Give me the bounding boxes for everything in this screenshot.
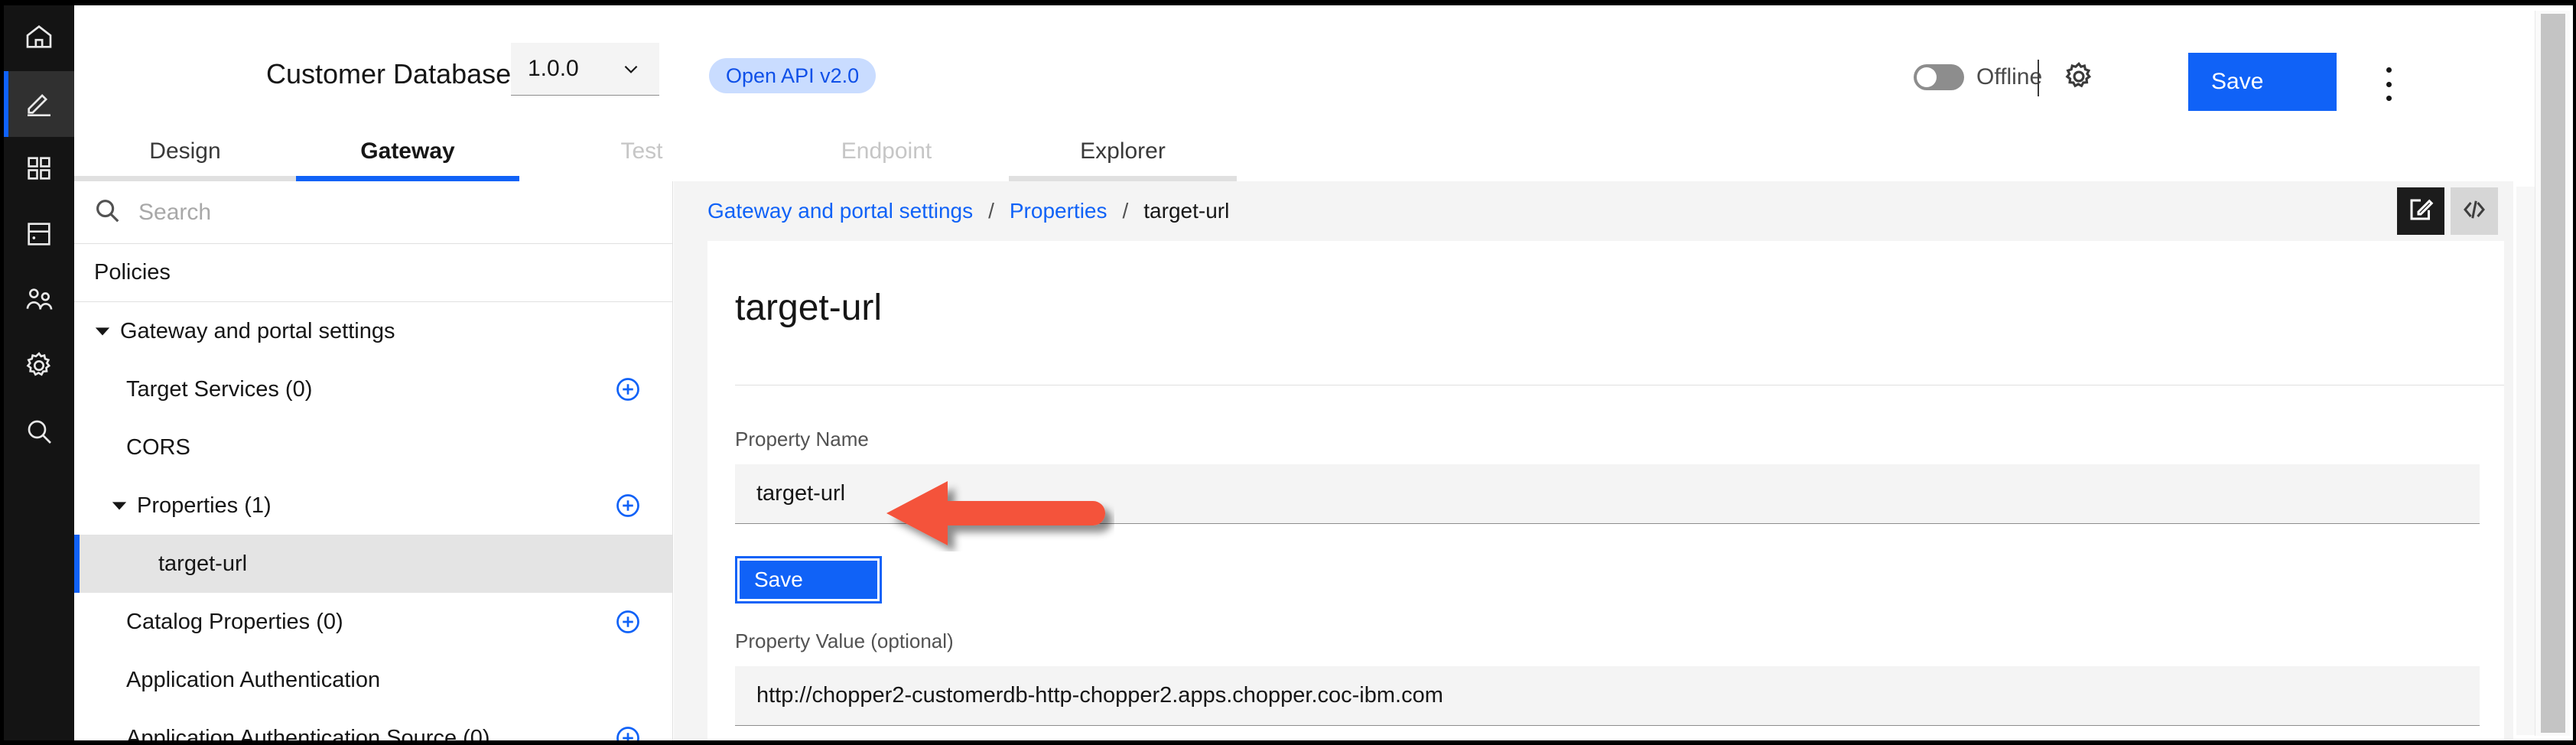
card-divider — [735, 385, 2504, 386]
home-icon — [24, 21, 54, 56]
kebab-dot — [2386, 96, 2392, 101]
tree-item-label: Properties (1) — [137, 493, 272, 518]
add-circle-icon[interactable] — [614, 492, 642, 519]
tab-underline — [74, 176, 296, 181]
tab-test: Test — [519, 122, 764, 181]
main-content: Gateway and portal settings / Properties… — [674, 181, 2513, 740]
tree-item-label: Application Authentication Source (0) — [126, 725, 490, 741]
form-view-button[interactable] — [2397, 187, 2444, 235]
tab-underline — [296, 176, 519, 181]
property-value-label: Property Value (optional) — [735, 630, 954, 652]
header-save-button[interactable]: Save — [2188, 53, 2337, 111]
rail-item-home[interactable] — [4, 5, 74, 71]
tree-item-label: Catalog Properties (0) — [126, 609, 343, 634]
breadcrumb-item-properties[interactable]: Properties — [1010, 199, 1107, 223]
online-offline-toggle[interactable]: Offline — [1914, 64, 2042, 90]
content-scrollbar-track[interactable] — [2516, 187, 2535, 735]
tree-item-application-authentication[interactable]: Application Authentication — [74, 651, 672, 709]
settings-tree-panel: Policies Gateway and portal settings Tar… — [74, 181, 673, 740]
property-value-input[interactable] — [735, 666, 2480, 726]
overflow-menu-button[interactable] — [2372, 63, 2405, 106]
search-icon — [24, 416, 54, 451]
tab-label: Design — [149, 138, 221, 164]
breadcrumb-item-gateway-and-portal-settings[interactable]: Gateway and portal settings — [707, 199, 973, 223]
add-circle-icon[interactable] — [614, 376, 642, 403]
breadcrumb: Gateway and portal settings / Properties… — [674, 181, 2513, 241]
property-name-input[interactable] — [735, 464, 2480, 524]
code-view-button[interactable] — [2451, 187, 2498, 235]
toggle-knob — [1917, 67, 1937, 87]
toggle-label: Offline — [1976, 64, 2043, 89]
tab-label: Endpoint — [841, 138, 932, 164]
browser-scrollbar-track[interactable] — [2535, 11, 2570, 736]
tree-item-target-url[interactable]: target-url — [74, 535, 672, 593]
header-settings-button[interactable] — [2059, 58, 2099, 98]
search-icon — [93, 196, 122, 229]
tab-label: Explorer — [1080, 138, 1166, 164]
global-nav-rail — [4, 5, 74, 740]
caret-down-icon — [111, 497, 128, 514]
tree-search-row[interactable] — [74, 181, 672, 244]
tree-item-label: target-url — [158, 551, 248, 576]
tab-label: Test — [620, 138, 663, 164]
tree-item-properties[interactable]: Properties (1) — [74, 477, 672, 535]
tree-item-target-services[interactable]: Target Services (0) — [74, 360, 672, 418]
tree-item-policies[interactable]: Policies — [74, 244, 672, 302]
gear-icon — [24, 350, 54, 385]
tab-label: Gateway — [360, 138, 455, 164]
header-divider — [2038, 60, 2039, 96]
tree-item-label: Target Services (0) — [126, 376, 313, 402]
add-circle-icon[interactable] — [614, 724, 642, 740]
tree-item-label: Gateway and portal settings — [120, 318, 395, 343]
gear-icon — [2063, 60, 2095, 96]
form-edit-icon — [2407, 196, 2435, 227]
breadcrumb-separator: / — [1122, 199, 1129, 223]
breadcrumb-item-current: target-url — [1143, 199, 1230, 223]
property-name-label: Property Name — [735, 428, 869, 451]
rail-item-search[interactable] — [4, 400, 74, 466]
caret-down-icon — [94, 323, 111, 340]
pencil-icon — [24, 87, 54, 122]
view-mode-toggle-group — [2397, 187, 2498, 235]
tree-item-label: CORS — [126, 434, 190, 460]
tree-item-application-authentication-source[interactable]: Application Authentication Source (0) — [74, 709, 672, 740]
users-icon — [24, 285, 54, 319]
tree-item-label: Application Authentication — [126, 667, 381, 692]
version-select-value: 1.0.0 — [528, 56, 579, 81]
rail-item-settings[interactable] — [4, 334, 74, 400]
tab-underline — [1009, 176, 1237, 181]
property-heading: target-url — [735, 288, 883, 328]
app-window: · — [0, 0, 2576, 745]
chevron-down-icon — [621, 59, 641, 79]
tree-item-catalog-properties[interactable]: Catalog Properties (0) — [74, 593, 672, 651]
tab-endpoint: Endpoint — [764, 122, 1009, 181]
inline-save-button[interactable]: Save — [735, 556, 882, 603]
app-header: Customer Database 1.0.0 Open API v2.0 Of… — [74, 11, 2573, 122]
grid-icon — [24, 153, 54, 187]
tab-explorer[interactable]: Explorer — [1009, 122, 1237, 181]
kebab-dot — [2386, 67, 2392, 73]
breadcrumb-separator: / — [988, 199, 994, 223]
property-detail-card: target-url Property Name Save Property V… — [707, 241, 2504, 740]
tab-bar: Design Gateway Test Endpoint Explorer — [74, 122, 2573, 181]
code-view-icon — [2461, 196, 2488, 227]
kebab-dot — [2386, 81, 2392, 87]
tree-item-label: Policies — [94, 260, 171, 285]
version-select[interactable]: 1.0.0 — [511, 43, 659, 96]
tree-item-cors[interactable]: CORS — [74, 418, 672, 477]
rail-item-catalogs[interactable] — [4, 203, 74, 268]
rail-item-develop[interactable] — [4, 71, 74, 137]
page-title: Customer Database — [266, 58, 512, 89]
rail-item-apps[interactable] — [4, 137, 74, 203]
tab-design[interactable]: Design — [74, 122, 296, 181]
browser-scrollbar-thumb[interactable] — [2541, 14, 2565, 733]
tree-item-gateway-and-portal-settings[interactable]: Gateway and portal settings — [74, 302, 672, 360]
add-circle-icon[interactable] — [614, 608, 642, 636]
api-spec-badge: Open API v2.0 — [709, 58, 877, 93]
tab-gateway[interactable]: Gateway — [296, 122, 519, 181]
rail-item-members[interactable] — [4, 268, 74, 334]
search-input[interactable] — [122, 199, 672, 226]
database-icon — [24, 219, 54, 253]
toggle-track — [1914, 64, 1964, 90]
